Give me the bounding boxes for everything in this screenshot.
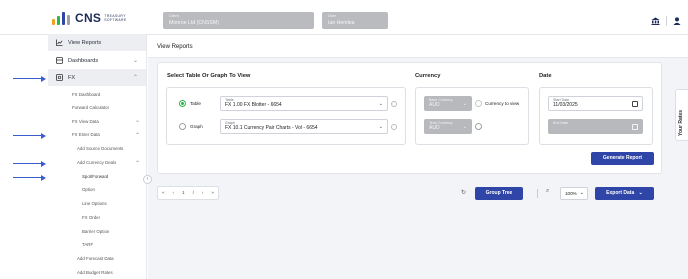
user-value: Ian Hemlea — [328, 20, 355, 26]
sidebar-sub-fx-order[interactable]: FX Order — [82, 215, 100, 220]
header-divider — [666, 16, 667, 26]
last-page-icon[interactable]: » — [211, 191, 214, 196]
page-separator: / — [192, 190, 194, 196]
table-select-value: FX 1.00 FX Blotter - 6654 — [225, 102, 282, 108]
sidebar-sub-add-source-documents[interactable]: Add Source Documents — [77, 146, 123, 151]
graph-radio[interactable] — [179, 123, 186, 130]
sidebar-sub-fx-enter-data[interactable]: FX Enter Data — [72, 132, 100, 137]
sidebar-item-dashboards[interactable]: Dashboards ⌄ — [48, 52, 146, 69]
info-icon[interactable] — [391, 124, 397, 130]
sidebar-sub-spot-forward[interactable]: Spot/Forward — [82, 174, 108, 179]
sidebar-item-view-reports[interactable]: View Reports — [48, 34, 146, 51]
table-radio-label: Table — [190, 101, 201, 106]
client-value: Monroe Ltd (CNSSM) — [169, 20, 219, 26]
zoom-select[interactable]: 100% ⌄ — [560, 187, 588, 200]
end-date-caption: End Date — [553, 121, 568, 125]
start-date-field[interactable]: Start Date 11/03/2025 — [548, 96, 643, 111]
chart-icon — [56, 39, 63, 46]
select-section-title: Select Table Or Graph To View — [167, 73, 251, 79]
term-currency-select[interactable]: Term Currency AUD ⌄ — [424, 119, 472, 134]
logo-mark-icon — [52, 11, 70, 25]
term-currency-radio[interactable] — [475, 123, 482, 130]
your-rates-tab[interactable]: Your Rates — [675, 89, 688, 141]
chevron-down-icon: ⌄ — [638, 190, 643, 196]
table-select[interactable]: Table FX 1.00 FX Blotter - 6654 ⌄ — [220, 96, 388, 111]
chevron-down-icon: ⌄ — [378, 101, 383, 107]
chevron-down-icon: ⌄ — [132, 58, 138, 64]
export-data-button[interactable]: Export Data ⌄ — [595, 187, 654, 200]
zoom-value: 100% — [565, 191, 577, 196]
logo[interactable]: CNS TREASURY SOFTWARE — [52, 11, 127, 25]
client-selector[interactable]: Client Monroe Ltd (CNSSM) — [163, 12, 314, 29]
currency-to-view-radio[interactable] — [475, 100, 482, 107]
main-header — [148, 35, 688, 58]
export-data-label: Export Data — [606, 190, 635, 196]
sidebar-item-label: FX — [68, 74, 76, 81]
pagination: « ‹ 1 / › » — [157, 186, 219, 200]
toolbar-divider — [537, 189, 538, 198]
current-page[interactable]: 1 — [182, 191, 185, 196]
calendar-icon[interactable] — [632, 124, 638, 130]
info-icon[interactable] — [391, 101, 397, 107]
graph-select-value: FX 10.1 Currency Pair Charts - Vol - 665… — [225, 125, 318, 131]
sidebar-sub-add-currency-deals[interactable]: Add Currency Deals — [77, 160, 116, 165]
group-tree-button[interactable]: Group Tree — [475, 187, 523, 200]
user-selector[interactable]: User Ian Hemlea — [322, 12, 388, 29]
sidebar-sub-fx-dashboard[interactable]: FX Dashboard — [72, 92, 100, 97]
sidebar-sub-forward-calculator[interactable]: Forward Calculator — [72, 105, 109, 110]
sidebar-sub-barrier-option[interactable]: Barrier Option — [82, 229, 109, 234]
currency-to-view-label: Currency to view — [485, 101, 520, 106]
term-currency-value: AUD — [429, 125, 440, 131]
chevron-down-icon: ⌄ — [579, 190, 584, 196]
dashboard-icon — [56, 57, 63, 64]
logo-name: CNS — [75, 11, 102, 25]
sidebar-sub-option[interactable]: Option — [82, 187, 95, 192]
chevron-down-icon: ⌄ — [462, 124, 467, 130]
annotation-arrow — [13, 75, 46, 82]
fx-icon — [56, 74, 63, 81]
graph-radio-label: Graph — [190, 124, 203, 129]
chevron-up-icon: ⌃ — [132, 75, 138, 81]
sidebar-item-fx[interactable]: FX ⌃ — [48, 69, 146, 86]
base-currency-value: AUD — [429, 102, 440, 108]
base-currency-select[interactable]: Base Currency AUD ⌄ — [424, 96, 472, 111]
annotation-arrow — [13, 160, 46, 167]
chevron-down-icon: ⌄ — [378, 124, 383, 130]
collapse-sidebar-button[interactable]: ‹ — [143, 175, 152, 184]
calendar-icon[interactable] — [632, 101, 638, 107]
next-page-icon[interactable]: › — [202, 191, 204, 196]
annotation-arrow — [13, 174, 46, 181]
sidebar-sub-add-forecast-data[interactable]: Add Forecast Data — [77, 256, 114, 261]
refresh-icon[interactable]: ↻ — [461, 189, 466, 196]
chevron-down-icon: ⌄ — [462, 101, 467, 107]
sidebar-sub-fx-view-data[interactable]: FX View Data — [72, 119, 99, 124]
sidebar-sub-tarf[interactable]: TARF — [82, 242, 93, 247]
annotation-arrow — [13, 132, 46, 139]
currency-section-title: Currency — [415, 73, 441, 79]
search-icon[interactable]: ⌕ — [546, 188, 549, 195]
your-rates-label: Your Rates — [678, 109, 684, 136]
sidebar-sub-add-budget-rates[interactable]: Add Budget Rates — [77, 270, 113, 275]
first-page-icon[interactable]: « — [162, 191, 165, 196]
table-radio[interactable] — [179, 100, 186, 107]
logo-tagline: TREASURY SOFTWARE — [104, 14, 126, 22]
prev-page-icon[interactable]: ‹ — [173, 191, 175, 196]
logo-tagline-2: SOFTWARE — [104, 18, 127, 22]
top-bar: CNS TREASURY SOFTWARE Client Monroe Ltd … — [0, 0, 688, 35]
bank-icon[interactable] — [651, 17, 660, 25]
generate-report-button[interactable]: Generate Report — [591, 152, 654, 165]
user-icon[interactable] — [673, 17, 681, 25]
sidebar-sub-line-options[interactable]: Line Options — [82, 201, 107, 206]
sidebar-item-label: View Reports — [68, 39, 102, 46]
sidebar-item-label: Dashboards — [68, 57, 99, 64]
date-section-title: Date — [539, 73, 552, 79]
graph-select[interactable]: Graph FX 10.1 Currency Pair Charts - Vol… — [220, 119, 388, 134]
start-date-value: 11/03/2025 — [553, 102, 578, 108]
page-title: View Reports — [157, 44, 193, 50]
end-date-field[interactable]: End Date — [548, 119, 643, 134]
